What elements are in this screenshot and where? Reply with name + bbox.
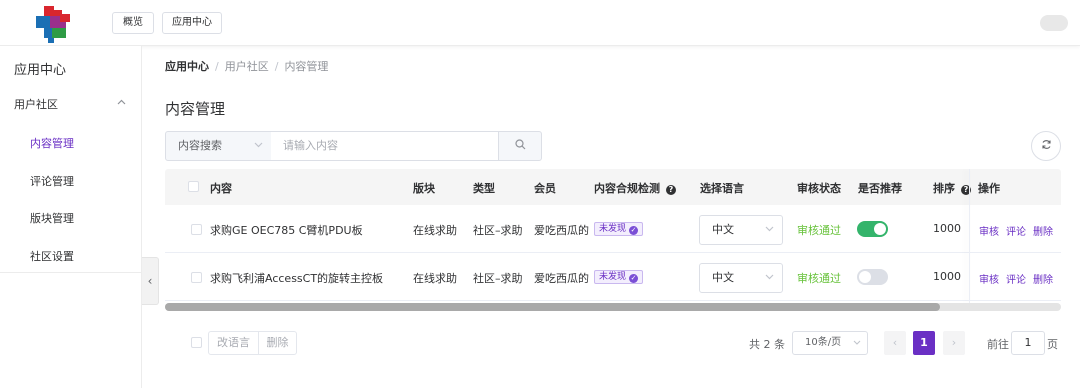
sidebar-item-section-management[interactable]: 版块管理 bbox=[30, 210, 74, 226]
column-review-status: 审核状态 bbox=[797, 182, 841, 195]
refresh-icon bbox=[1041, 139, 1052, 153]
column-section: 版块 bbox=[413, 182, 435, 195]
column-recommended: 是否推荐 bbox=[858, 182, 902, 195]
cell-content[interactable]: 求购飞利浦AccessCT的旋转主控板 bbox=[210, 270, 383, 286]
chevron-left-icon[interactable]: ‹ bbox=[142, 257, 159, 305]
pagination-total: 共 2 条 bbox=[749, 338, 785, 351]
recommend-toggle[interactable] bbox=[857, 221, 888, 237]
breadcrumb: 应用中心 / 用户社区 / 内容管理 bbox=[165, 60, 329, 73]
sidebar-title: 应用中心 bbox=[14, 63, 67, 78]
column-member: 会员 bbox=[534, 182, 556, 195]
chevron-left-icon: ‹ bbox=[892, 336, 898, 349]
sidebar: 应用中心 用户社区 内容管理 评论管理 版块管理 社区设置 bbox=[0, 46, 142, 388]
cell-section: 在线求助 bbox=[413, 224, 457, 237]
current-page[interactable]: 1 bbox=[913, 331, 935, 355]
compliance-badge: 未发现 ✓ bbox=[594, 222, 644, 236]
search-button[interactable] bbox=[498, 131, 542, 161]
horizontal-scrollbar[interactable] bbox=[165, 303, 1061, 311]
sidebar-divider bbox=[0, 272, 141, 273]
prev-page-button[interactable]: ‹ bbox=[884, 331, 906, 355]
chevron-up-icon[interactable] bbox=[117, 97, 126, 108]
cell-content[interactable]: 求购GE OEC785 C臂机PDU板 bbox=[210, 222, 363, 238]
search-type-value: 内容搜索 bbox=[178, 139, 222, 152]
column-sort: 排序? bbox=[933, 180, 971, 196]
row-checkbox[interactable] bbox=[191, 272, 202, 283]
page-suffix: 页 bbox=[1047, 338, 1058, 351]
refresh-button[interactable] bbox=[1031, 131, 1061, 161]
column-compliance: 内容合规检测? bbox=[594, 180, 676, 196]
bulk-delete-button[interactable]: 删除 bbox=[258, 331, 297, 355]
chevron-down-icon bbox=[765, 216, 774, 244]
change-language-button[interactable]: 改语言 bbox=[208, 331, 259, 355]
sidebar-group-user-community[interactable]: 用户社区 bbox=[14, 96, 58, 112]
sidebar-item-content-management[interactable]: 内容管理 bbox=[30, 135, 74, 151]
review-status: 审核通过 bbox=[797, 272, 841, 285]
nav-app-center-button[interactable]: 应用中心 bbox=[162, 12, 222, 34]
column-type: 类型 bbox=[473, 182, 495, 195]
help-icon[interactable]: ? bbox=[666, 185, 676, 195]
chevron-down-icon bbox=[254, 132, 263, 160]
page-title: 内容管理 bbox=[165, 100, 226, 118]
goto-label: 前往 bbox=[987, 338, 1009, 351]
cell-section: 在线求助 bbox=[413, 272, 457, 285]
top-header: 概览 应用中心 bbox=[0, 0, 1080, 46]
table-row: 求购飞利浦AccessCT的旋转主控板 在线求助 社区–求助 爱吃西瓜的 未发现… bbox=[165, 253, 1061, 301]
column-content: 内容 bbox=[210, 182, 232, 195]
search-icon bbox=[514, 139, 526, 153]
select-all-checkbox[interactable] bbox=[188, 181, 199, 192]
breadcrumb-item-user-community[interactable]: 用户社区 bbox=[225, 60, 269, 73]
chevron-right-icon: › bbox=[951, 336, 957, 349]
breadcrumb-item-app-center[interactable]: 应用中心 bbox=[165, 60, 209, 73]
delete-link[interactable]: 删除 bbox=[1033, 223, 1053, 238]
review-status: 审核通过 bbox=[797, 224, 841, 237]
user-avatar[interactable] bbox=[1040, 15, 1068, 31]
content-table: 内容 版块 类型 会员 内容合规检测? 选择语言 审核状态 是否推荐 排序? 操… bbox=[165, 169, 1061, 312]
delete-link[interactable]: 删除 bbox=[1033, 271, 1053, 286]
check-circle-icon: ✓ bbox=[629, 226, 639, 235]
cell-member: 爱吃西瓜的 bbox=[534, 224, 589, 237]
bulk-select-checkbox[interactable] bbox=[191, 337, 202, 348]
review-link[interactable]: 审核 bbox=[979, 223, 999, 238]
cell-type: 社区–求助 bbox=[473, 272, 523, 285]
cell-sort: 1000 bbox=[933, 222, 961, 235]
chevron-down-icon bbox=[765, 264, 774, 292]
search-input[interactable]: 请输入内容 bbox=[271, 131, 499, 161]
cell-member: 爱吃西瓜的 bbox=[534, 272, 589, 285]
cell-sort: 1000 bbox=[933, 270, 961, 283]
row-checkbox[interactable] bbox=[191, 224, 202, 235]
scrollbar-thumb[interactable] bbox=[165, 303, 940, 311]
table-header: 内容 版块 类型 会员 内容合规检测? 选择语言 审核状态 是否推荐 排序? 操… bbox=[165, 169, 1061, 205]
fixed-column-divider bbox=[969, 169, 970, 303]
cell-type: 社区–求助 bbox=[473, 224, 523, 237]
sidebar-item-community-settings[interactable]: 社区设置 bbox=[30, 248, 74, 264]
sidebar-item-comment-management[interactable]: 评论管理 bbox=[30, 173, 74, 189]
column-language: 选择语言 bbox=[700, 182, 744, 195]
recommend-toggle[interactable] bbox=[857, 269, 888, 285]
next-page-button[interactable]: › bbox=[943, 331, 965, 355]
page-size-select[interactable]: 10条/页 bbox=[792, 331, 868, 355]
column-actions: 操作 bbox=[978, 182, 1000, 195]
breadcrumb-item-content-management: 内容管理 bbox=[284, 60, 329, 73]
compliance-badge: 未发现 ✓ bbox=[594, 270, 644, 284]
comment-link[interactable]: 评论 bbox=[1006, 223, 1026, 238]
goto-page-input[interactable]: 1 bbox=[1011, 331, 1045, 355]
search-type-select[interactable]: 内容搜索 bbox=[165, 131, 272, 161]
chevron-down-icon bbox=[853, 332, 861, 354]
table-row: 求购GE OEC785 C臂机PDU板 在线求助 社区–求助 爱吃西瓜的 未发现… bbox=[165, 205, 1061, 253]
nav-overview-button[interactable]: 概览 bbox=[112, 12, 154, 34]
check-circle-icon: ✓ bbox=[629, 274, 639, 283]
review-link[interactable]: 审核 bbox=[979, 271, 999, 286]
language-select[interactable]: 中文 bbox=[699, 263, 783, 293]
app-logo[interactable] bbox=[30, 4, 76, 44]
language-select[interactable]: 中文 bbox=[699, 215, 783, 245]
comment-link[interactable]: 评论 bbox=[1006, 271, 1026, 286]
